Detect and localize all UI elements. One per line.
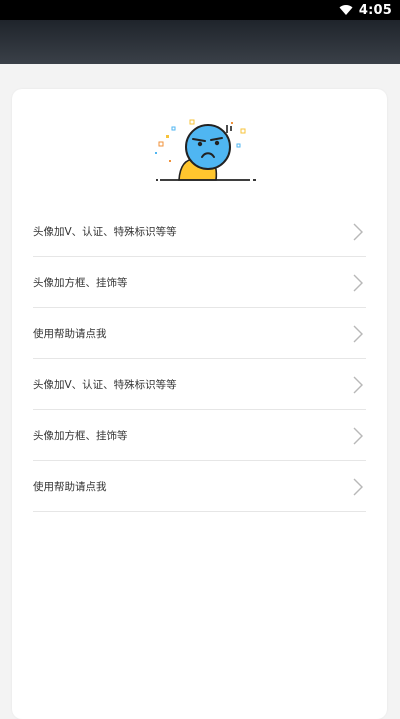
chevron-right-icon bbox=[353, 376, 363, 394]
menu-card: 头像加V、认证、特殊标识等等 头像加方框、挂饰等 使用帮助请点我 头像加V、认证… bbox=[12, 89, 387, 719]
menu-item-label: 头像加V、认证、特殊标识等等 bbox=[33, 378, 177, 391]
chevron-right-icon bbox=[353, 274, 363, 292]
chevron-right-icon bbox=[353, 478, 363, 496]
menu-list: 头像加V、认证、特殊标识等等 头像加方框、挂饰等 使用帮助请点我 头像加V、认证… bbox=[33, 206, 366, 512]
wifi-icon bbox=[339, 5, 353, 16]
menu-item-label: 头像加方框、挂饰等 bbox=[33, 429, 128, 442]
menu-item-label: 使用帮助请点我 bbox=[33, 327, 107, 340]
menu-item-avatar-badge[interactable]: 头像加V、认证、特殊标识等等 bbox=[33, 206, 366, 257]
menu-item-avatar-frame[interactable]: 头像加方框、挂饰等 bbox=[33, 410, 366, 461]
chevron-right-icon bbox=[353, 427, 363, 445]
menu-item-label: 头像加方框、挂饰等 bbox=[33, 276, 128, 289]
menu-item-help[interactable]: 使用帮助请点我 bbox=[33, 308, 366, 359]
status-time: 4:05 bbox=[358, 2, 392, 18]
status-right: 4:05 bbox=[339, 0, 392, 20]
menu-item-avatar-frame[interactable]: 头像加方框、挂饰等 bbox=[33, 257, 366, 308]
chevron-right-icon bbox=[353, 223, 363, 241]
chevron-right-icon bbox=[353, 325, 363, 343]
menu-item-avatar-badge[interactable]: 头像加V、认证、特殊标识等等 bbox=[33, 359, 366, 410]
toolbar bbox=[0, 20, 400, 64]
menu-item-label: 头像加V、认证、特殊标识等等 bbox=[33, 225, 177, 238]
grumpy-face-illustration bbox=[155, 119, 256, 181]
menu-item-help[interactable]: 使用帮助请点我 bbox=[33, 461, 366, 512]
status-bar: 4:05 bbox=[0, 0, 400, 20]
menu-item-label: 使用帮助请点我 bbox=[33, 480, 107, 493]
